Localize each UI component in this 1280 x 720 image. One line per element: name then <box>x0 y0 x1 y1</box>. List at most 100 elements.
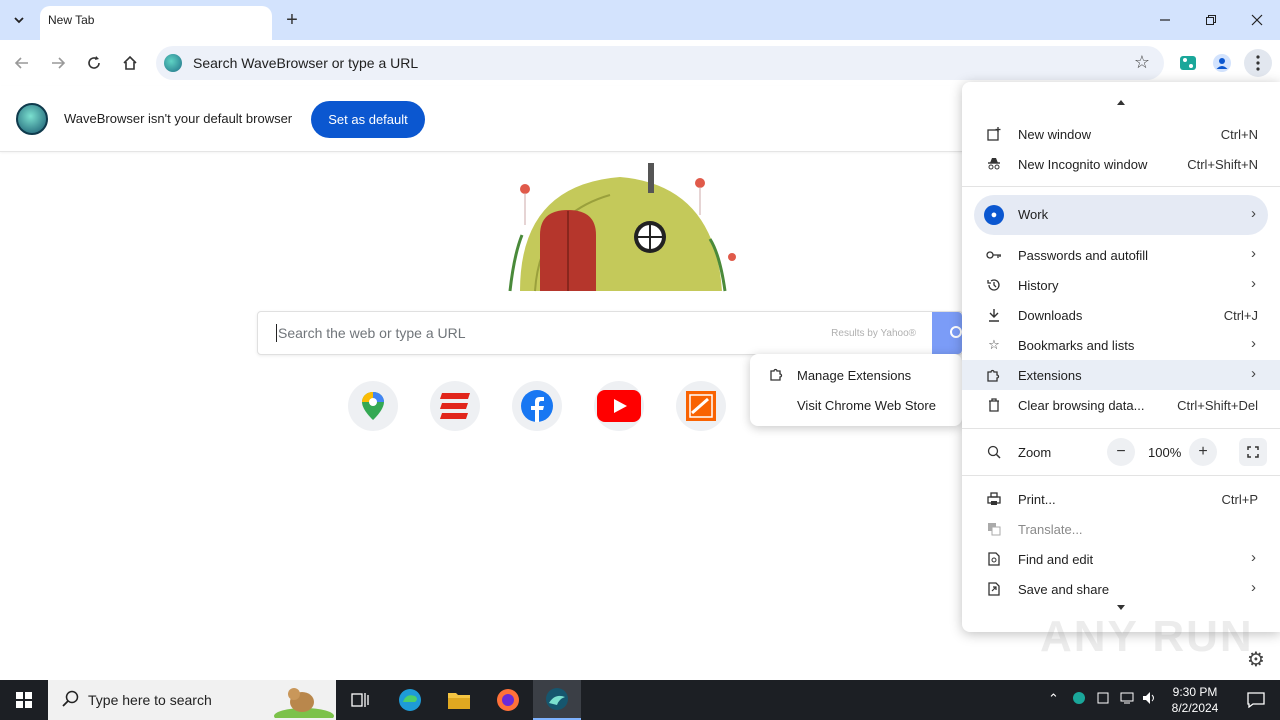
menu-print-label: Print... <box>1018 492 1056 507</box>
menu-print[interactable]: Print... Ctrl+P <box>962 484 1280 514</box>
tab-title: New Tab <box>48 13 95 27</box>
chevron-right-icon: › <box>1251 365 1256 382</box>
incognito-icon <box>986 156 1002 172</box>
extension-button[interactable] <box>1174 49 1202 77</box>
shortcut-eventbrite[interactable] <box>430 381 480 431</box>
reload-button[interactable] <box>80 49 108 77</box>
network-icon[interactable] <box>1120 691 1136 708</box>
tray-device-icon[interactable] <box>1096 691 1110 708</box>
task-view-button[interactable] <box>336 680 384 720</box>
new-window-icon <box>986 126 1002 142</box>
taskbar-clock[interactable]: 9:30 PM 8/2/2024 <box>1160 684 1230 716</box>
google-maps-icon <box>362 392 384 420</box>
kebab-menu-icon <box>1256 55 1260 71</box>
menu-clear-data[interactable]: Clear browsing data... Ctrl+Shift+Del <box>962 390 1280 420</box>
chevron-right-icon: › <box>1251 205 1256 222</box>
menu-extensions[interactable]: Extensions › <box>962 360 1280 390</box>
address-bar[interactable]: Search WaveBrowser or type a URL ☆ <box>156 46 1164 80</box>
menu-new-window[interactable]: New window Ctrl+N <box>962 119 1280 149</box>
tab-search-button[interactable] <box>6 7 32 33</box>
manage-extensions-label: Manage Extensions <box>797 367 912 383</box>
taskbar-file-explorer[interactable] <box>435 680 483 720</box>
search-provider-label: Results by Yahoo® <box>831 328 916 339</box>
tab-new-tab[interactable]: New Tab <box>40 6 272 40</box>
forward-button[interactable] <box>44 49 72 77</box>
history-icon <box>986 277 1002 293</box>
fullscreen-icon <box>1247 446 1259 458</box>
menu-history[interactable]: History › <box>962 270 1280 300</box>
taskbar-wavebrowser[interactable] <box>533 680 581 720</box>
minimize-icon <box>1160 19 1170 21</box>
shortcut-google-maps[interactable] <box>348 381 398 431</box>
chrome-web-store-item[interactable]: Visit Chrome Web Store <box>750 390 962 420</box>
scroll-up-arrow-icon[interactable] <box>1117 99 1125 105</box>
scroll-down-arrow-icon[interactable] <box>1117 605 1125 611</box>
menu-passwords-label: Passwords and autofill <box>1018 248 1149 263</box>
home-button[interactable] <box>116 49 144 77</box>
menu-clear-data-shortcut: Ctrl+Shift+Del <box>1177 398 1258 413</box>
menu-translate-label: Translate... <box>1018 522 1083 537</box>
tray-wavebrowser-icon[interactable] <box>1072 691 1086 708</box>
chevron-right-icon: › <box>1251 335 1256 352</box>
profile-button[interactable] <box>1208 49 1236 77</box>
zoom-out-button[interactable]: − <box>1107 438 1135 466</box>
manage-extensions-item[interactable]: Manage Extensions <box>750 360 962 390</box>
search-icon <box>62 690 79 707</box>
customize-gear-icon[interactable]: ⚙ <box>1247 647 1271 671</box>
shortcut-facebook[interactable] <box>512 381 562 431</box>
close-button[interactable] <box>1242 8 1272 32</box>
start-button[interactable] <box>0 680 48 720</box>
menu-profile-label: Work <box>1018 207 1049 222</box>
menu-history-label: History <box>1018 278 1059 293</box>
notification-button[interactable] <box>1232 680 1280 720</box>
restore-button[interactable] <box>1196 8 1226 32</box>
volume-icon[interactable] <box>1142 691 1158 708</box>
menu-separator <box>962 475 1280 476</box>
youtube-icon <box>597 390 641 422</box>
menu-bookmarks[interactable]: ☆ Bookmarks and lists › <box>962 330 1280 360</box>
menu-downloads-shortcut: Ctrl+J <box>1223 308 1258 323</box>
wavebrowser-icon <box>164 54 182 72</box>
menu-find-edit[interactable]: Find and edit › <box>962 544 1280 574</box>
menu-new-window-label: New window <box>1018 127 1091 142</box>
translate-icon <box>986 521 1002 537</box>
home-depot-icon <box>686 391 716 421</box>
menu-separator <box>962 186 1280 187</box>
menu-save-share[interactable]: Save and share › <box>962 574 1280 604</box>
menu-downloads[interactable]: Downloads Ctrl+J <box>962 300 1280 330</box>
eventbrite-icon <box>440 393 470 419</box>
fullscreen-button[interactable] <box>1239 438 1267 466</box>
tray-overflow-icon[interactable]: ⌃ <box>1048 691 1059 707</box>
menu-new-incognito[interactable]: New Incognito window Ctrl+Shift+N <box>962 149 1280 179</box>
shortcut-home-depot[interactable] <box>676 381 726 431</box>
back-button[interactable] <box>8 49 36 77</box>
address-bar-placeholder: Search WaveBrowser or type a URL <box>193 55 419 71</box>
zoom-in-button[interactable]: + <box>1189 438 1217 466</box>
menu-translate[interactable]: Translate... <box>962 514 1280 544</box>
new-tab-button[interactable]: + <box>280 8 304 32</box>
bookmark-star-icon[interactable]: ☆ <box>1134 52 1150 73</box>
zoom-level: 100% <box>1148 445 1182 460</box>
extension-toggle-icon <box>1180 56 1196 70</box>
menu-profile-work[interactable]: ● Work › <box>974 195 1268 235</box>
shortcut-youtube[interactable] <box>594 381 644 431</box>
taskbar-edge[interactable] <box>386 680 434 720</box>
search-icon <box>950 326 962 338</box>
menu-zoom: Zoom − 100% + <box>962 432 1280 472</box>
restore-icon <box>1206 15 1216 25</box>
set-default-button[interactable]: Set as default <box>311 101 425 138</box>
menu-print-shortcut: Ctrl+P <box>1221 492 1258 507</box>
minimize-button[interactable] <box>1150 8 1180 32</box>
taskbar-search-box[interactable]: Type here to search <box>48 680 336 720</box>
menu-bookmarks-label: Bookmarks and lists <box>1018 338 1135 353</box>
search-highlight-squirrel-icon <box>274 688 334 718</box>
taskbar-firefox[interactable] <box>484 680 532 720</box>
puzzle-icon <box>986 367 1002 383</box>
search-submit-button[interactable] <box>932 312 962 354</box>
menu-new-window-shortcut: Ctrl+N <box>1220 127 1258 142</box>
menu-button[interactable] <box>1244 49 1272 77</box>
menu-passwords[interactable]: Passwords and autofill › <box>962 240 1280 270</box>
search-box[interactable]: Search the web or type a URL Results by … <box>257 311 963 355</box>
firefox-icon <box>497 689 519 711</box>
menu-save-share-label: Save and share <box>1018 582 1110 597</box>
